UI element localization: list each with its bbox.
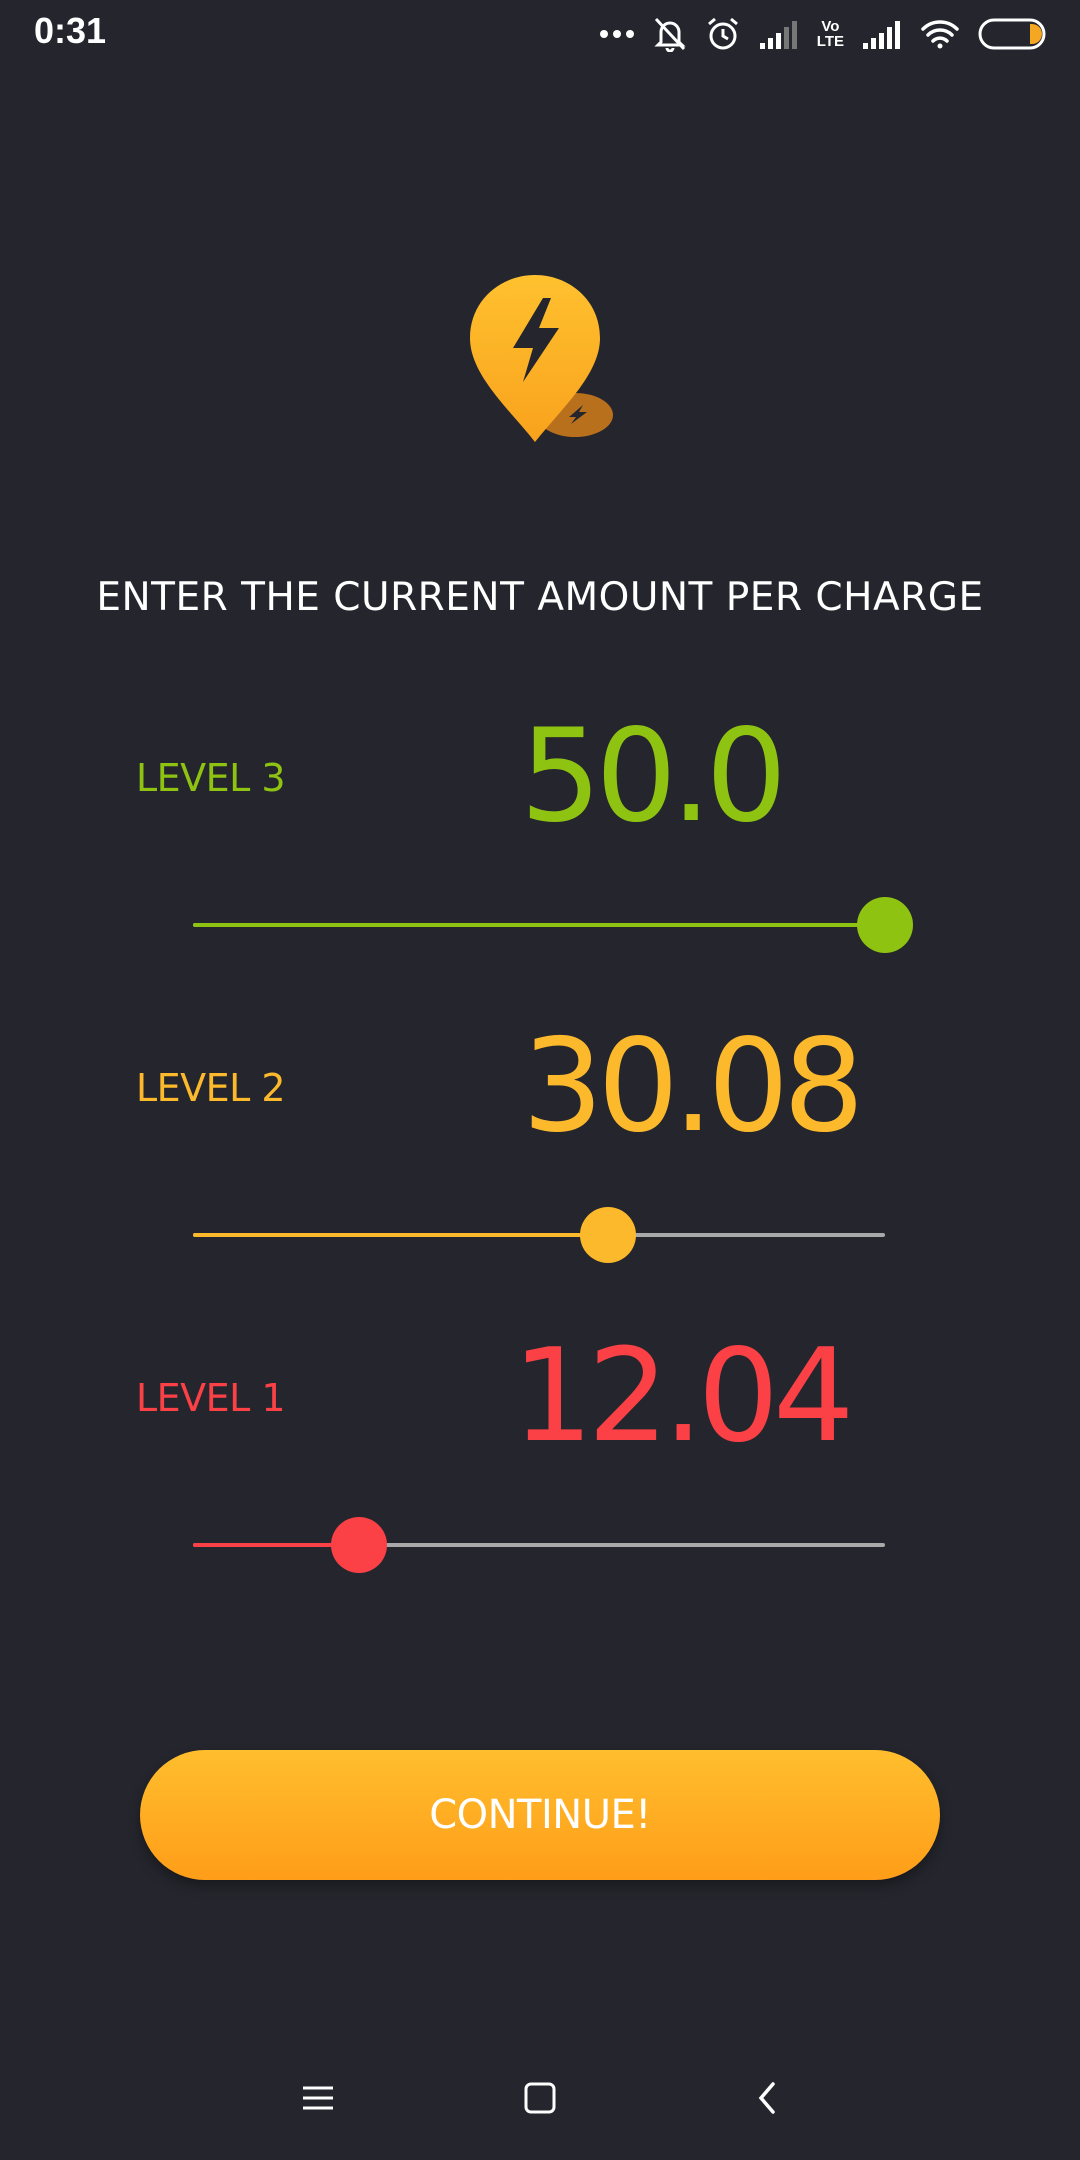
signal-weak-icon [759, 19, 799, 49]
wifi-icon [920, 18, 960, 50]
continue-button-label: CONTINUE! [429, 1792, 651, 1838]
level-2-label: LEVEL 2 [136, 1066, 286, 1110]
level-3-slider[interactable] [193, 895, 913, 955]
signal-icon [862, 19, 902, 49]
navigation-bar [0, 2050, 1080, 2140]
level-2-slider[interactable] [193, 1205, 885, 1265]
charging-location-pin-icon [470, 275, 613, 442]
continue-button[interactable]: CONTINUE! [140, 1750, 940, 1880]
slider-thumb[interactable] [331, 1517, 388, 1573]
slider-thumb[interactable] [580, 1207, 637, 1263]
screen: 0:31 Vo LTE ENTER THE CURRENT AMOUNT PER… [0, 0, 1080, 2160]
volte-icon: Vo LTE [817, 19, 844, 49]
status-icons: Vo LTE [599, 12, 1046, 56]
level-1-label: LEVEL 1 [136, 1376, 286, 1420]
alarm-icon [705, 16, 741, 52]
level-1-value: 12.04 [512, 1322, 854, 1471]
level-3-label: LEVEL 3 [136, 756, 286, 800]
slider-fill [193, 1233, 609, 1237]
home-icon[interactable] [512, 2070, 568, 2126]
back-icon[interactable] [740, 2070, 796, 2126]
level-3-value: 50.0 [520, 702, 787, 851]
more-dots-icon [599, 29, 635, 39]
lte-label: LTE [816, 33, 844, 50]
notifications-muted-icon [653, 16, 687, 52]
page-heading: ENTER THE CURRENT AMOUNT PER CHARGE [96, 575, 984, 620]
volte-label: Vo [821, 18, 840, 35]
level-2-value: 30.08 [522, 1012, 864, 1161]
slider-fill [193, 923, 885, 927]
status-time: 0:31 [34, 10, 107, 51]
app-logo [465, 270, 620, 445]
level-1-slider[interactable] [193, 1515, 885, 1575]
battery-icon [978, 18, 1046, 50]
slider-thumb[interactable] [857, 897, 913, 953]
status-bar: 0:31 Vo LTE [0, 0, 1080, 66]
menu-icon[interactable] [290, 2070, 346, 2126]
